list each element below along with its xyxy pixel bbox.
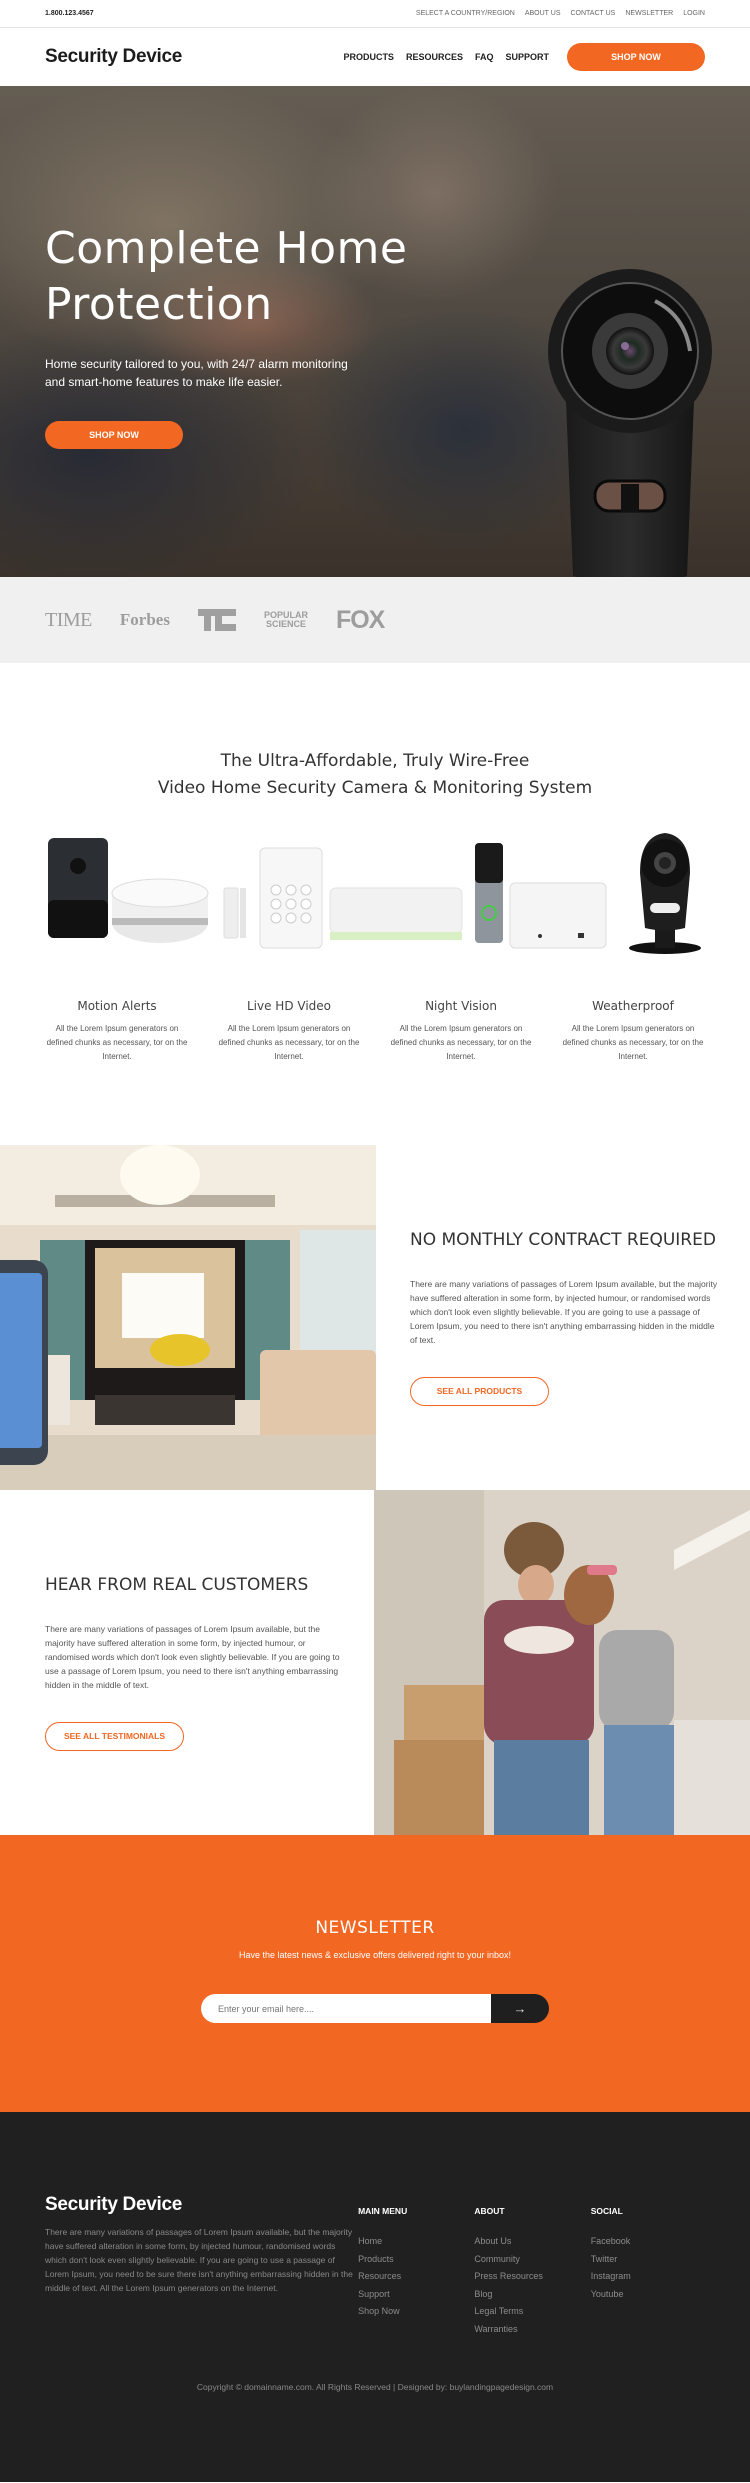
- feature-text: All the Lorem Ipsum generators on define…: [46, 1024, 188, 1061]
- email-input[interactable]: [201, 1994, 491, 2023]
- newsletter-form: →: [201, 1994, 549, 2023]
- product-lineup-image: [48, 833, 701, 954]
- hero-shop-now-button[interactable]: SHOP NOW: [45, 421, 183, 449]
- contract-body: There are many variations of passages of…: [410, 1278, 718, 1345]
- select-country-link[interactable]: SELECT A COUNTRY/REGION: [416, 10, 515, 17]
- feature-title: Motion Alerts: [77, 999, 157, 1013]
- feature-text: All the Lorem Ipsum generators on define…: [218, 1024, 360, 1061]
- feature-title: Weatherproof: [592, 999, 674, 1013]
- footer-link-legal-terms[interactable]: Legal Terms: [474, 2303, 588, 2321]
- footer-link-blog[interactable]: Blog: [474, 2286, 588, 2304]
- footer-column-social: SOCIAL Facebook Twitter Instagram Youtub…: [591, 2194, 705, 2338]
- products-title-line2: Video Home Security Camera & Monitoring …: [157, 778, 593, 798]
- customers-text: HEAR FROM REAL CUSTOMERS There are many …: [0, 1490, 374, 1835]
- time-logo: TIME: [45, 608, 92, 631]
- contact-us-link[interactable]: CONTACT US: [571, 10, 616, 17]
- feature-title: Night Vision: [425, 999, 497, 1013]
- hero-subtitle: Home security tailored to you, with 24/7…: [45, 357, 348, 389]
- main-nav: Security Device PRODUCTS RESOURCES FAQ S…: [0, 28, 750, 86]
- family-image: [374, 1490, 750, 1835]
- forbes-logo: Forbes: [119, 610, 170, 629]
- footer-link-facebook[interactable]: Facebook: [591, 2233, 705, 2251]
- hero-title: Complete Home Protection: [45, 221, 407, 333]
- contract-text: NO MONTHLY CONTRACT REQUIRED There are m…: [376, 1145, 750, 1490]
- popular-science-logo: POPULAR SCIENCE: [264, 611, 308, 629]
- nav-shop-now-button[interactable]: SHOP NOW: [567, 43, 705, 71]
- footer-link-about-us[interactable]: About Us: [474, 2233, 588, 2251]
- footer-link-youtube[interactable]: Youtube: [591, 2286, 705, 2304]
- hero-title-line2: Protection: [45, 279, 273, 330]
- feature-item: Motion Alerts All the Lorem Ipsum genera…: [31, 999, 203, 1064]
- newsletter-subtitle: Have the latest news & exclusive offers …: [239, 1950, 511, 1960]
- feature-item: Live HD Video All the Lorem Ipsum genera…: [203, 999, 375, 1064]
- see-all-products-button[interactable]: SEE ALL PRODUCTS: [410, 1376, 549, 1406]
- phone-number[interactable]: 1.800.123.4567: [45, 10, 94, 17]
- nav-item-support[interactable]: SUPPORT: [505, 52, 549, 62]
- footer-link-twitter[interactable]: Twitter: [591, 2251, 705, 2269]
- footer-link-press-resources[interactable]: Press Resources: [474, 2268, 588, 2286]
- customers-body: There are many variations of passages of…: [45, 1623, 340, 1690]
- feature-title: Live HD Video: [246, 999, 332, 1013]
- footer-link-instagram[interactable]: Instagram: [591, 2268, 705, 2286]
- feature-text: All the Lorem Ipsum generators on define…: [562, 1024, 704, 1061]
- popular-science-line2: SCIENCE: [265, 619, 306, 629]
- newsletter-section: NEWSLETTER Have the latest news & exclus…: [0, 1835, 750, 2112]
- feature-text: All the Lorem Ipsum generators on define…: [390, 1024, 532, 1061]
- footer-link-support[interactable]: Support: [358, 2286, 472, 2304]
- top-bar: 1.800.123.4567 SELECT A COUNTRY/REGION A…: [0, 0, 750, 28]
- footer-link-resources[interactable]: Resources: [358, 2268, 472, 2286]
- footer-brand[interactable]: Security Device: [45, 2194, 356, 2216]
- products-title: The Ultra-Affordable, Truly Wire-Free Vi…: [0, 748, 750, 802]
- footer-top: Security Device There are many variation…: [45, 2194, 705, 2338]
- contract-title: NO MONTHLY CONTRACT REQUIRED: [410, 1229, 716, 1250]
- hero-content: Complete Home Protection Home security t…: [45, 221, 407, 449]
- footer-column-title: SOCIAL: [590, 2206, 623, 2216]
- security-camera-image: [548, 269, 712, 577]
- footer-about-text: There are many variations of passages of…: [45, 2227, 353, 2293]
- brand-logo[interactable]: Security Device: [45, 46, 182, 68]
- nav-item-products[interactable]: PRODUCTS: [343, 52, 394, 62]
- feature-item: Weatherproof All the Lorem Ipsum generat…: [547, 999, 719, 1064]
- footer-link-home[interactable]: Home: [358, 2233, 472, 2251]
- footer-column-main-menu: MAIN MENU Home Products Resources Suppor…: [358, 2194, 472, 2338]
- products-section: The Ultra-Affordable, Truly Wire-Free Vi…: [0, 663, 750, 1145]
- see-all-testimonials-button[interactable]: SEE ALL TESTIMONIALS: [45, 1721, 184, 1751]
- footer: Security Device There are many variation…: [0, 2112, 750, 2482]
- techcrunch-logo: [197, 609, 236, 631]
- footer-link-shop-now[interactable]: Shop Now: [358, 2303, 472, 2321]
- about-us-link[interactable]: ABOUT US: [525, 10, 561, 17]
- newsletter-link[interactable]: NEWSLETTER: [625, 10, 673, 17]
- footer-column-title: ABOUT: [474, 2206, 505, 2216]
- living-room-image: [0, 1145, 376, 1490]
- newsletter-title: NEWSLETTER: [315, 1918, 435, 1938]
- copyright: Copyright © domainname.com. All Rights R…: [196, 2382, 554, 2392]
- customers-section: HEAR FROM REAL CUSTOMERS There are many …: [0, 1490, 750, 1835]
- products-title-line1: The Ultra-Affordable, Truly Wire-Free: [220, 751, 530, 771]
- fox-logo: FOX: [335, 605, 385, 634]
- footer-column-title: MAIN MENU: [358, 2206, 408, 2216]
- feature-item: Night Vision All the Lorem Ipsum generat…: [375, 999, 547, 1064]
- nav-item-resources[interactable]: RESOURCES: [406, 52, 463, 62]
- hero-title-line1: Complete Home: [45, 223, 408, 274]
- contract-section: NO MONTHLY CONTRACT REQUIRED There are m…: [0, 1145, 750, 1490]
- footer-link-warranties[interactable]: Warranties: [474, 2321, 588, 2339]
- hero-section: Complete Home Protection Home security t…: [0, 86, 750, 577]
- top-links: SELECT A COUNTRY/REGION ABOUT US CONTACT…: [416, 10, 705, 17]
- subscribe-button[interactable]: →: [491, 1994, 549, 2023]
- arrow-right-icon: →: [513, 2001, 527, 2016]
- nav-item-faq[interactable]: FAQ: [475, 52, 494, 62]
- nav-links: PRODUCTS RESOURCES FAQ SUPPORT SHOP NOW: [343, 43, 705, 71]
- feature-list: Motion Alerts All the Lorem Ipsum genera…: [0, 999, 750, 1064]
- footer-about: Security Device There are many variation…: [45, 2194, 356, 2338]
- customers-title: HEAR FROM REAL CUSTOMERS: [45, 1574, 309, 1595]
- login-link[interactable]: LOGIN: [683, 10, 705, 17]
- press-logos: TIME Forbes POPULAR SCIENCE FOX: [0, 577, 750, 663]
- footer-column-about: ABOUT About Us Community Press Resources…: [474, 2194, 588, 2338]
- footer-link-products[interactable]: Products: [358, 2251, 472, 2269]
- footer-link-community[interactable]: Community: [474, 2251, 588, 2269]
